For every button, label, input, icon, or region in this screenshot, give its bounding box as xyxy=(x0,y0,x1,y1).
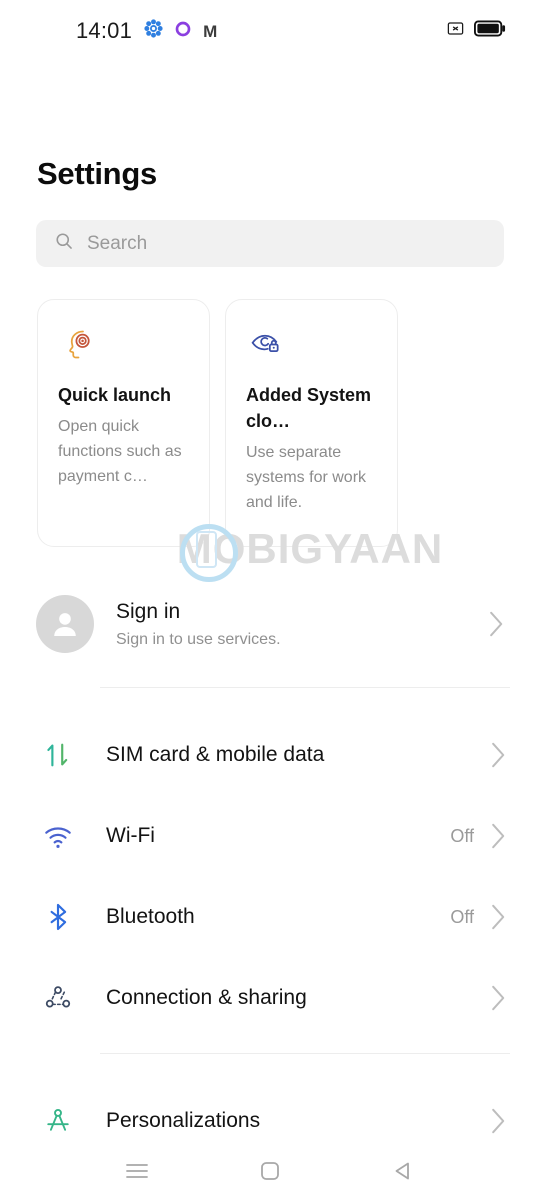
sidebar-item-wifi[interactable]: Wi-Fi Off xyxy=(36,808,506,864)
avatar xyxy=(36,595,94,653)
navigation-bar xyxy=(0,1142,540,1200)
back-triangle-icon[interactable] xyxy=(380,1151,426,1191)
status-bar-left: 14:01 M xyxy=(76,18,217,44)
row-value: Off xyxy=(450,825,474,846)
card-description: Open quick functions such as payment c… xyxy=(58,418,182,485)
card-title: Quick launch xyxy=(58,385,172,405)
search-input[interactable]: Search xyxy=(36,220,504,267)
status-time: 14:01 xyxy=(76,18,133,43)
eye-lock-icon xyxy=(246,322,377,366)
row-value: Off xyxy=(450,906,474,927)
settings-gear-icon xyxy=(144,19,163,43)
sidebar-item-bluetooth[interactable]: Bluetooth Off xyxy=(36,889,506,945)
chevron-right-icon xyxy=(490,742,506,768)
divider xyxy=(100,687,510,688)
wifi-icon xyxy=(36,821,80,851)
card-description: Use separate systems for work and life. xyxy=(246,444,367,511)
chevron-right-icon xyxy=(490,823,506,849)
sidebar-item-connection-sharing[interactable]: Connection & sharing xyxy=(36,970,506,1026)
circle-ring-icon xyxy=(175,21,191,42)
recents-menu-icon[interactable] xyxy=(114,1151,160,1191)
sidebar-item-sim-card[interactable]: SIM card & mobile data xyxy=(36,727,506,783)
person-avatar-icon xyxy=(54,613,76,637)
chevron-right-icon xyxy=(488,611,504,637)
chevron-right-icon xyxy=(490,1108,506,1134)
row-label: Wi-Fi xyxy=(106,824,155,847)
search-icon xyxy=(54,231,74,256)
feature-cards: Quick launch Open quick functions such a… xyxy=(37,299,504,547)
head-target-icon xyxy=(58,322,189,366)
row-label: Bluetooth xyxy=(106,905,195,928)
sign-in-subtitle: Sign in to use services. xyxy=(116,630,281,648)
bluetooth-icon xyxy=(36,902,80,932)
status-bar: 14:01 M xyxy=(0,0,540,62)
sign-in-row[interactable]: Sign in Sign in to use services. xyxy=(36,588,504,660)
sign-in-text: Sign in Sign in to use services. xyxy=(116,599,488,648)
compass-personalizations-icon xyxy=(36,1106,80,1136)
sign-in-title: Sign in xyxy=(116,600,181,624)
row-label: Personalizations xyxy=(106,1109,261,1132)
sidebar-item-personalizations[interactable]: Personalizations xyxy=(36,1093,506,1149)
row-label: SIM card & mobile data xyxy=(106,743,325,766)
status-bar-right xyxy=(446,19,506,43)
chevron-right-icon xyxy=(490,904,506,930)
gmail-icon: M xyxy=(203,21,217,41)
chevron-right-icon xyxy=(490,985,506,1011)
divider xyxy=(100,1053,510,1054)
no-signal-icon xyxy=(446,19,465,43)
page-title: Settings xyxy=(37,156,157,191)
card-system-clone[interactable]: Added System clo… Use separate systems f… xyxy=(225,299,398,547)
sim-data-arrows-icon xyxy=(36,740,80,770)
connection-sharing-icon xyxy=(36,983,80,1013)
row-label: Connection & sharing xyxy=(106,986,307,1009)
card-quick-launch[interactable]: Quick launch Open quick functions such a… xyxy=(37,299,210,547)
card-title: Added System clo… xyxy=(246,385,372,432)
search-placeholder: Search xyxy=(87,232,148,254)
home-square-icon[interactable] xyxy=(247,1151,293,1191)
battery-full-icon xyxy=(474,20,506,42)
